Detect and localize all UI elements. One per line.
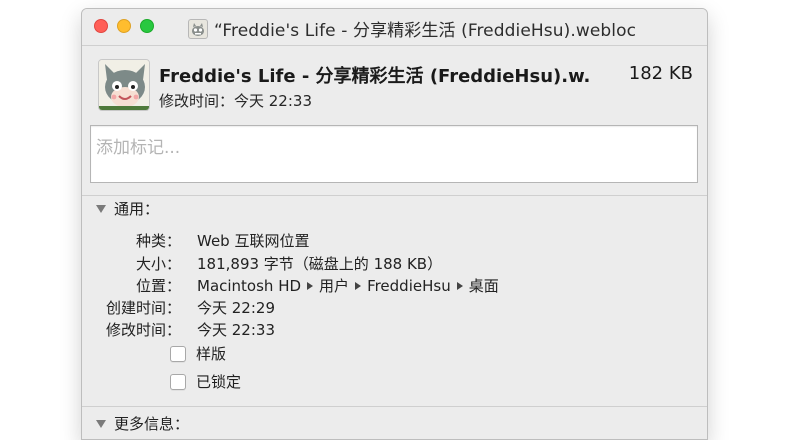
created-label: 创建时间： bbox=[105, 299, 181, 317]
info-window: “Freddie's Life - 分享精彩生活 (FreddieHsu).we… bbox=[81, 8, 708, 440]
size-label: 大小： bbox=[135, 255, 181, 273]
disclosure-triangle-icon bbox=[96, 204, 106, 213]
path-item[interactable]: 桌面 bbox=[469, 277, 499, 295]
modified-label: 修改时间： bbox=[105, 321, 181, 339]
file-size: 182 KB bbox=[628, 63, 693, 84]
window-title-group: “Freddie's Life - 分享精彩生活 (FreddieHsu).we… bbox=[188, 16, 636, 41]
kind-value: Web 互联网位置 bbox=[197, 232, 310, 250]
info-row-where: 位置： Macintosh HD 用户 FreddieHsu 桌面 bbox=[82, 275, 707, 297]
path-item[interactable]: Macintosh HD bbox=[197, 277, 301, 295]
stationery-checkbox-row[interactable]: 样版 bbox=[170, 343, 226, 364]
locked-label: 已锁定 bbox=[196, 373, 242, 391]
path-arrow-icon bbox=[456, 282, 463, 290]
info-row-kind: 种类： Web 互联网位置 bbox=[82, 230, 707, 252]
modified-summary: 修改时间：今天 22:33 bbox=[159, 92, 312, 110]
monster-avatar-icon bbox=[98, 59, 150, 111]
title-bar[interactable]: “Freddie's Life - 分享精彩生活 (FreddieHsu).we… bbox=[82, 9, 707, 46]
path-item[interactable]: 用户 bbox=[319, 277, 349, 295]
zoom-button[interactable] bbox=[140, 19, 154, 33]
divider bbox=[82, 195, 707, 196]
info-row-size: 大小： 181,893 字节（磁盘上的 188 KB） bbox=[82, 253, 707, 275]
created-value: 今天 22:29 bbox=[197, 299, 275, 317]
window-title: “Freddie's Life - 分享精彩生活 (FreddieHsu).we… bbox=[214, 21, 637, 41]
close-button[interactable] bbox=[94, 19, 108, 33]
stationery-label: 样版 bbox=[196, 345, 227, 363]
section-general-label: 通用： bbox=[114, 200, 160, 218]
locked-checkbox[interactable] bbox=[170, 373, 186, 390]
stationery-checkbox[interactable] bbox=[170, 345, 186, 362]
tags-input[interactable]: 添加标记... bbox=[90, 125, 698, 183]
path-item[interactable]: FreddieHsu bbox=[367, 277, 451, 295]
file-name: Freddie's Life - 分享精彩生活 (FreddieHsu).w..… bbox=[159, 66, 589, 87]
where-path: Macintosh HD 用户 FreddieHsu 桌面 bbox=[197, 275, 499, 296]
info-row-created: 创建时间： 今天 22:29 bbox=[82, 297, 707, 319]
path-arrow-icon bbox=[355, 282, 362, 290]
info-row-modified: 修改时间： 今天 22:33 bbox=[82, 319, 707, 341]
window-controls bbox=[94, 19, 154, 33]
path-arrow-icon bbox=[307, 282, 314, 290]
size-value: 181,893 字节（磁盘上的 188 KB） bbox=[197, 255, 443, 273]
minimize-button[interactable] bbox=[117, 19, 131, 33]
section-more-info-toggle[interactable]: 更多信息： bbox=[96, 413, 189, 434]
section-more-info-label: 更多信息： bbox=[114, 415, 190, 433]
locked-checkbox-row[interactable]: 已锁定 bbox=[170, 371, 241, 392]
file-header: Freddie's Life - 分享精彩生活 (FreddieHsu).w..… bbox=[98, 59, 693, 115]
tags-placeholder: 添加标记... bbox=[96, 138, 181, 158]
section-general-toggle[interactable]: 通用： bbox=[96, 198, 159, 219]
disclosure-triangle-icon bbox=[96, 419, 106, 428]
modified-value: 今天 22:33 bbox=[197, 321, 275, 339]
webloc-file-icon bbox=[188, 18, 208, 39]
divider bbox=[82, 406, 707, 407]
where-label: 位置： bbox=[135, 277, 181, 295]
kind-label: 种类： bbox=[135, 232, 181, 250]
